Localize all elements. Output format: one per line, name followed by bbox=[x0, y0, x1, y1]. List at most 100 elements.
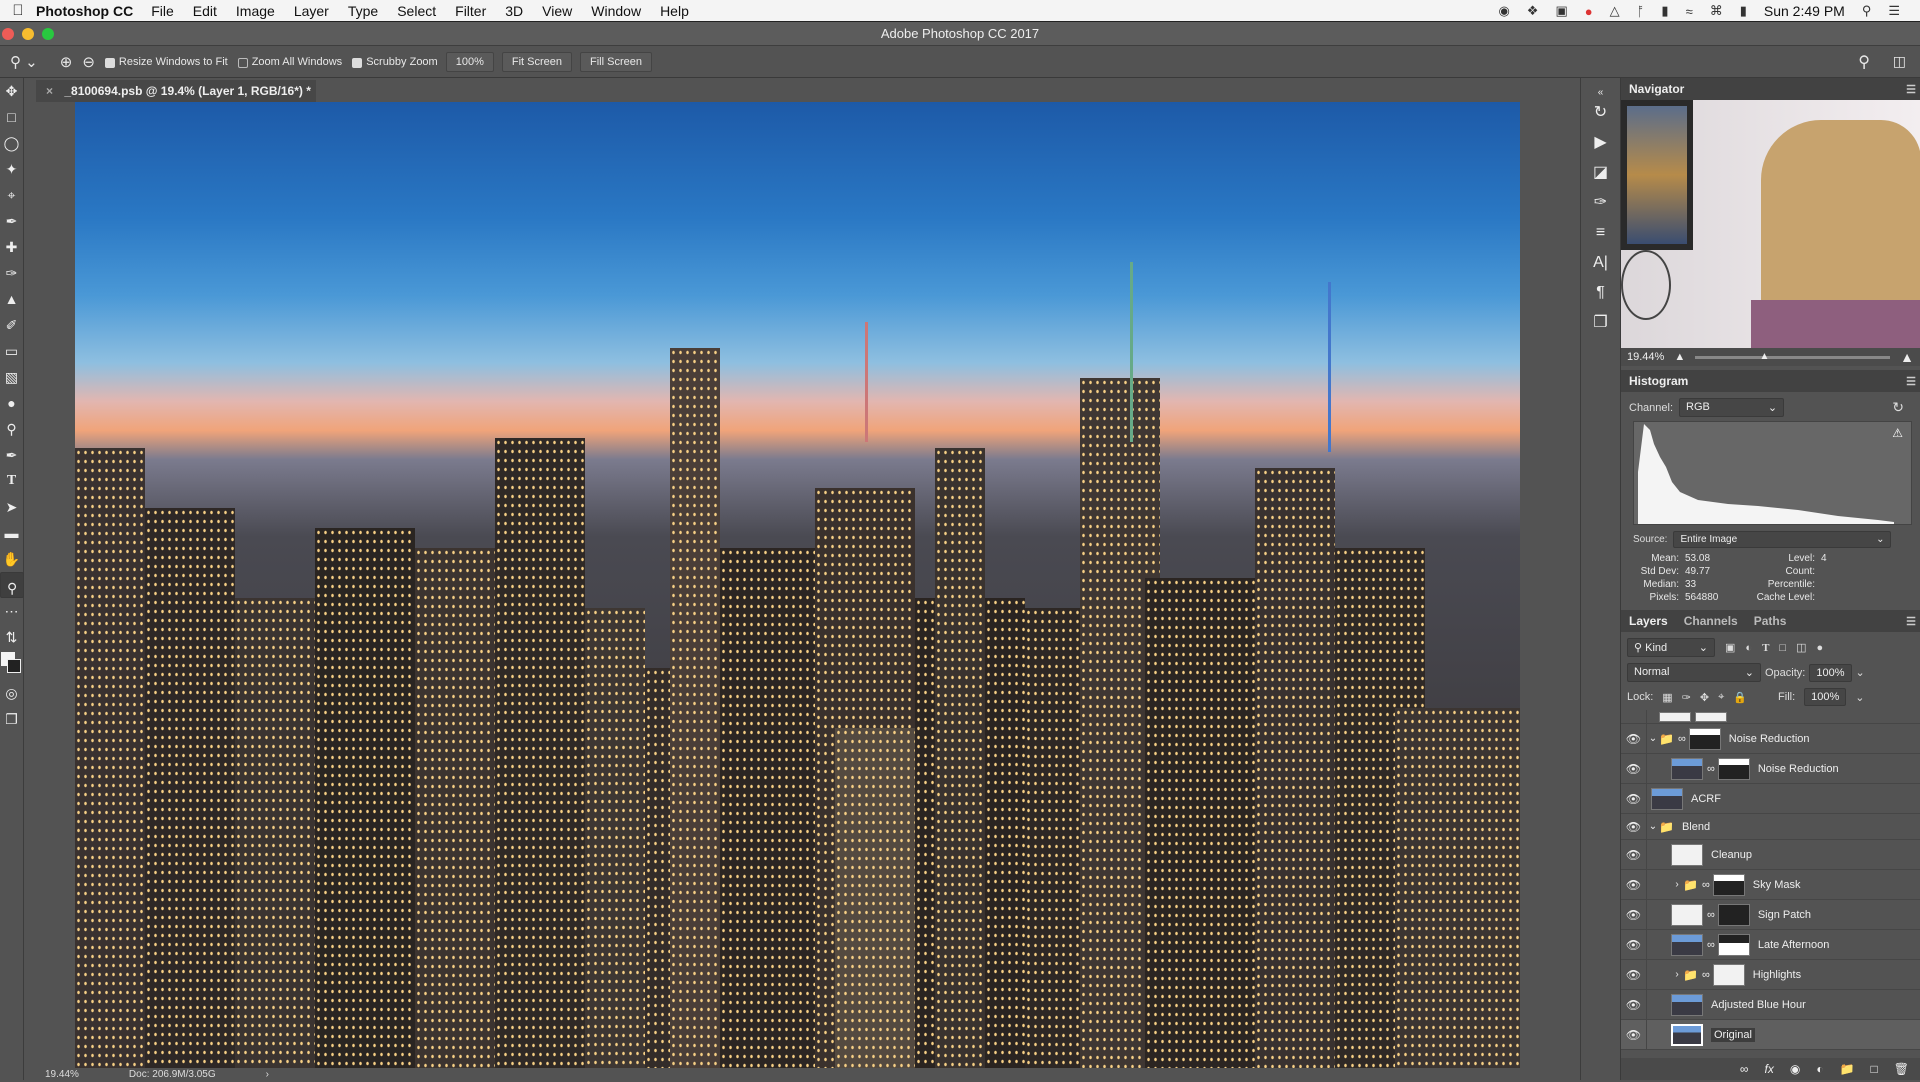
mask-thumbnail[interactable] bbox=[1688, 727, 1721, 750]
layer-name[interactable]: Cleanup bbox=[1711, 849, 1752, 861]
group-expanded-icon[interactable]: ⌄ bbox=[1647, 821, 1659, 832]
rectangle-tool-icon[interactable]: ▬ bbox=[0, 520, 23, 546]
history-brush-tool-icon[interactable]: ✐ bbox=[0, 312, 23, 338]
layer-name[interactable]: Sign Patch bbox=[1758, 909, 1811, 921]
magic-wand-tool-icon[interactable]: ✦ bbox=[0, 156, 23, 182]
group-expanded-icon[interactable]: ⌄ bbox=[1647, 733, 1659, 744]
scrubby-zoom-checkbox[interactable] bbox=[352, 57, 363, 68]
screen-mode-icon[interactable]: ❐ bbox=[0, 706, 23, 732]
resize-windows-checkbox[interactable] bbox=[104, 57, 115, 68]
link-icon[interactable]: ∞ bbox=[1702, 969, 1710, 981]
close-window-button[interactable] bbox=[2, 28, 14, 40]
warning-icon[interactable]: ⚠ bbox=[1892, 426, 1903, 440]
layer-thumbnail[interactable] bbox=[1671, 993, 1703, 1016]
layer-name[interactable]: Noise Reduction bbox=[1729, 733, 1810, 745]
histogram-tab[interactable]: Histogram bbox=[1629, 374, 1688, 388]
visibility-eye-icon[interactable]: 👁 bbox=[1621, 990, 1647, 1019]
visibility-eye-icon[interactable]: 👁 bbox=[1621, 900, 1647, 929]
healing-brush-tool-icon[interactable]: ✚ bbox=[0, 234, 23, 260]
layer-row[interactable]: 👁 ∞ Late Afternoon bbox=[1621, 930, 1920, 960]
keyboard-icon[interactable]: ⌘ bbox=[1710, 3, 1723, 19]
adjustments-icon[interactable]: ≡ bbox=[1581, 218, 1620, 248]
document-canvas[interactable] bbox=[75, 102, 1520, 1068]
foreground-background-colors[interactable] bbox=[0, 650, 23, 680]
link-icon[interactable]: ∞ bbox=[1702, 879, 1710, 891]
panel-menu-icon[interactable]: ☰ bbox=[1906, 615, 1916, 628]
opacity-dropdown-icon[interactable]: ⌄ bbox=[1856, 666, 1865, 679]
navigator-zoom-slider[interactable]: ▲ bbox=[1695, 351, 1891, 362]
source-select[interactable]: Entire Image ⌄ bbox=[1673, 531, 1892, 548]
filter-adjustment-icon[interactable]: ◐ bbox=[1745, 642, 1752, 654]
blend-mode-select[interactable]: Normal ⌄ bbox=[1627, 663, 1761, 682]
layer-row[interactable]: 👁 ⌄ 📁 ∞ Noise Reduction bbox=[1621, 724, 1920, 754]
group-collapsed-icon[interactable]: › bbox=[1671, 879, 1683, 890]
eraser-tool-icon[interactable]: ▭ bbox=[0, 338, 23, 364]
mask-thumbnail[interactable] bbox=[1712, 963, 1745, 986]
actions-play-icon[interactable]: ▶ bbox=[1581, 128, 1620, 158]
visibility-eye-icon[interactable]: 👁 bbox=[1621, 960, 1647, 989]
zoom-out-icon[interactable]: ⊖ bbox=[82, 53, 95, 71]
status-zoom[interactable]: 19.44% bbox=[45, 1069, 79, 1080]
battery-icon[interactable]: ▮ bbox=[1740, 3, 1747, 19]
layer-name[interactable]: Adjusted Blue Hour bbox=[1711, 999, 1806, 1011]
3d-materials-icon[interactable]: ❐ bbox=[1581, 308, 1620, 338]
menu-file[interactable]: File bbox=[151, 3, 174, 19]
menu-layer[interactable]: Layer bbox=[294, 3, 329, 19]
layer-name-edit-field[interactable]: Original bbox=[1711, 1027, 1755, 1042]
layer-name[interactable]: Sky Mask bbox=[1753, 879, 1801, 891]
lasso-tool-icon[interactable]: ◯ bbox=[0, 130, 23, 156]
wifi-icon[interactable]: ≈ bbox=[1686, 4, 1693, 19]
visibility-eye-icon[interactable]: 👁 bbox=[1621, 784, 1647, 813]
layer-thumbnail[interactable] bbox=[1671, 757, 1703, 780]
zoom-in-icon[interactable]: ⊕ bbox=[60, 53, 73, 71]
history-icon[interactable]: ↻ bbox=[1581, 98, 1620, 128]
hand-tool-icon[interactable]: ✋ bbox=[0, 546, 23, 572]
properties-icon[interactable]: ◪ bbox=[1581, 158, 1620, 188]
layer-row[interactable]: 👁 ACRF bbox=[1621, 784, 1920, 814]
lock-transparent-icon[interactable]: ▦ bbox=[1662, 691, 1672, 704]
menu-3d[interactable]: 3D bbox=[505, 3, 523, 19]
panel-menu-icon[interactable]: ☰ bbox=[1906, 375, 1916, 388]
visibility-eye-icon[interactable]: 👁 bbox=[1621, 930, 1647, 959]
lock-position-icon[interactable]: ✥ bbox=[1700, 691, 1709, 704]
layer-row[interactable]: 👁 Cleanup bbox=[1621, 840, 1920, 870]
layer-row[interactable]: 👁 › 📁 ∞ Sky Mask bbox=[1621, 870, 1920, 900]
visibility-eye-icon[interactable]: 👁 bbox=[1621, 724, 1647, 753]
group-collapsed-icon[interactable]: › bbox=[1671, 969, 1683, 980]
record-icon[interactable]: ◉ bbox=[1498, 3, 1509, 19]
type-tool-icon[interactable]: T bbox=[0, 468, 23, 494]
lock-artboard-icon[interactable]: ⌖ bbox=[1718, 691, 1724, 704]
menu-edit[interactable]: Edit bbox=[193, 3, 217, 19]
layer-name[interactable]: ACRF bbox=[1691, 793, 1721, 805]
filter-shape-icon[interactable]: □ bbox=[1779, 642, 1786, 654]
zoom-100-button[interactable]: 100% bbox=[445, 51, 494, 72]
clock[interactable]: Sun 2:49 PM bbox=[1764, 3, 1845, 19]
link-icon[interactable]: ∞ bbox=[1707, 909, 1715, 921]
menu-filter[interactable]: Filter bbox=[455, 3, 486, 19]
zoom-slider-thumb[interactable]: ▲ bbox=[1760, 351, 1770, 362]
add-mask-icon[interactable]: ◉ bbox=[1790, 1062, 1800, 1076]
workspace-icon[interactable]: ◫ bbox=[1893, 53, 1906, 70]
display-icon[interactable]: ▣ bbox=[1555, 3, 1567, 19]
layer-thumbnail[interactable] bbox=[1671, 933, 1703, 956]
menu-window[interactable]: Window bbox=[591, 3, 641, 19]
spotlight-icon[interactable]: ⚲ bbox=[1862, 3, 1872, 19]
layer-name[interactable]: Highlights bbox=[1753, 969, 1801, 981]
zoom-all-windows-checkbox[interactable] bbox=[237, 57, 248, 68]
fill-screen-button[interactable]: Fill Screen bbox=[580, 51, 652, 72]
link-icon[interactable]: ∞ bbox=[1678, 733, 1686, 745]
paths-tab[interactable]: Paths bbox=[1754, 614, 1787, 628]
panel-menu-icon[interactable]: ☰ bbox=[1906, 83, 1916, 96]
visibility-eye-icon[interactable]: 👁 bbox=[1621, 814, 1647, 839]
lock-image-icon[interactable]: ✑ bbox=[1682, 691, 1691, 704]
dodge-tool-icon[interactable]: ⚲ bbox=[0, 416, 23, 442]
swap-colors-icon[interactable]: ⇅ bbox=[0, 624, 23, 650]
link-icon[interactable]: ∞ bbox=[1707, 939, 1715, 951]
gradient-tool-icon[interactable]: ▧ bbox=[0, 364, 23, 390]
pen-tool-icon[interactable]: ✒ bbox=[0, 442, 23, 468]
visibility-eye-icon[interactable]: 👁 bbox=[1621, 840, 1647, 869]
delete-layer-icon[interactable]: 🗑 bbox=[1894, 1062, 1909, 1076]
filter-toggle[interactable]: ● bbox=[1816, 642, 1823, 654]
app-menu[interactable]: Photoshop CC bbox=[36, 3, 133, 19]
layer-name[interactable]: Noise Reduction bbox=[1758, 763, 1839, 775]
